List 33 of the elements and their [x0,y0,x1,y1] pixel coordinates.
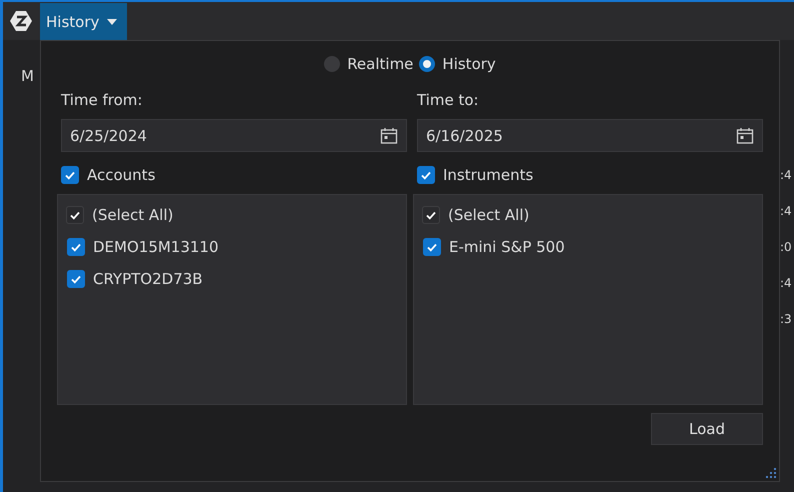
list-item[interactable]: (Select All) [66,202,398,228]
history-menu-button[interactable]: History [40,3,127,40]
check-icon [70,273,82,285]
logo-icon [9,9,33,33]
table-cell-text: :0 [780,240,793,256]
table-cell-text: :4 [780,204,793,220]
check-icon [425,209,437,221]
list-item[interactable]: (Select All) [422,202,754,228]
radio-button[interactable]: History [419,55,496,73]
caret-icon [107,18,118,24]
load-button[interactable]: Load [651,413,763,445]
table-cell-text: :4 [780,168,793,184]
check-icon [64,169,76,181]
radio-button[interactable]: Realtime [324,55,414,73]
list-item[interactable]: CRYPTO2D73B [66,266,398,292]
table-cell-text: :3 [780,312,793,328]
calendar-icon[interactable] [380,126,398,144]
date-field[interactable]: 6/16/2025 [417,119,763,152]
checkbox[interactable]: Instruments [417,166,763,184]
field-label: Time to: [417,91,480,109]
check-icon [69,209,81,221]
field-label: Time from: [61,91,144,109]
calendar-icon[interactable] [736,126,754,144]
resize-grip-icon[interactable] [765,467,777,479]
list-item[interactable]: E-mini S&P 500 [422,234,754,260]
check-icon [70,241,82,253]
list-item[interactable]: DEMO15M13110 [66,234,398,260]
tab-label[interactable]: M [21,67,40,85]
table-cell-text: :4 [780,276,793,292]
checkbox[interactable]: Accounts [61,166,407,184]
check-icon [426,241,438,253]
date-field[interactable]: 6/25/2024 [61,119,407,152]
check-icon [420,169,432,181]
